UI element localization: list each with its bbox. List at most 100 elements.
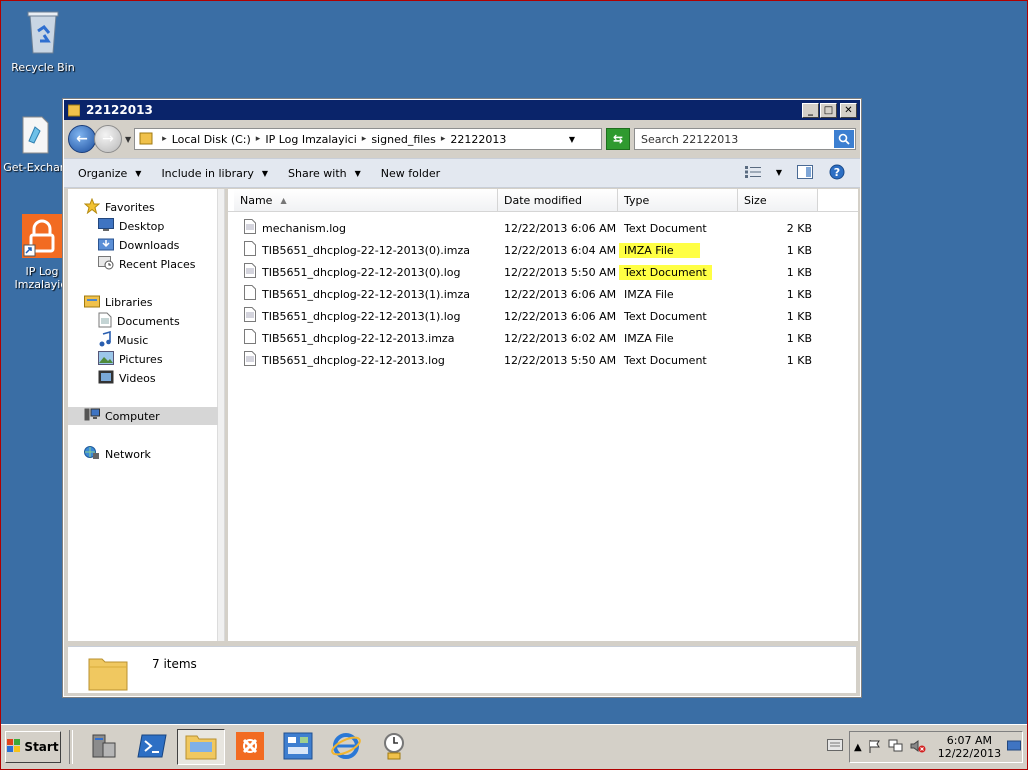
breadcrumb-ip-log[interactable]: IP Log Imzalayici [265, 133, 356, 146]
file-type: Text Document [624, 265, 707, 279]
desktop-icon-get-exchange[interactable]: Get-Exchan [3, 115, 67, 174]
chevron-down-icon: ▼ [135, 168, 142, 178]
search-box[interactable]: Search 22122013 [634, 128, 856, 150]
desktop-icon-label: Get-Exchan [3, 161, 67, 174]
recent-pages-dropdown[interactable]: ▼ [125, 135, 131, 144]
nav-recent-places[interactable]: Recent Places [98, 255, 196, 273]
preview-pane-icon[interactable] [796, 164, 814, 180]
document-icon [244, 307, 256, 325]
breadcrumb-current[interactable]: 22122013 [450, 133, 506, 146]
nav-libraries[interactable]: Libraries [84, 293, 153, 311]
network-tray-icon[interactable] [888, 739, 904, 756]
organize-button[interactable]: Organize ▼ [78, 167, 141, 180]
nav-label: Desktop [119, 219, 165, 233]
column-label: Type [624, 193, 650, 207]
flag-icon[interactable] [868, 739, 882, 756]
file-type: Text Document [624, 221, 707, 235]
minimize-button[interactable]: _ [802, 103, 819, 118]
clock-time: 6:07 AM [946, 734, 993, 747]
taskbar-ip-log[interactable] [227, 730, 273, 764]
include-in-library-button[interactable]: Include in library ▼ [161, 167, 268, 180]
title-bar[interactable]: 22122013 _ □ ✕ [64, 100, 860, 120]
taskbar-server-manager[interactable] [81, 730, 127, 764]
file-type: IMZA File [624, 287, 674, 301]
column-header-size[interactable]: Size [738, 189, 818, 211]
column-header-date[interactable]: Date modified [498, 189, 618, 211]
column-header-name[interactable]: Name ▲ [234, 189, 498, 211]
close-icon: ✕ [844, 104, 853, 116]
chevron-up-icon[interactable]: ▲ [854, 742, 862, 753]
include-label: Include in library [161, 166, 254, 180]
show-desktop-icon[interactable] [1007, 739, 1022, 756]
taskbar-explorer[interactable] [177, 729, 225, 765]
nav-pictures[interactable]: Pictures [98, 350, 163, 368]
refresh-button[interactable]: ⇆ [606, 128, 630, 150]
nav-label: Videos [119, 371, 156, 385]
column-label: Date modified [504, 193, 582, 207]
forward-button[interactable]: → [94, 125, 122, 153]
view-options-icon[interactable] [744, 164, 762, 180]
back-button[interactable]: ← [68, 125, 96, 153]
taskbar-powershell[interactable] [129, 730, 175, 764]
chevron-down-icon[interactable]: ▼ [569, 135, 575, 144]
close-button[interactable]: ✕ [840, 103, 857, 118]
volume-muted-icon[interactable] [910, 739, 926, 756]
navigation-pane: Favorites Desktop Downloads Recent Place… [68, 189, 225, 641]
nav-computer[interactable]: Computer [68, 407, 218, 425]
nav-downloads[interactable]: Downloads [98, 236, 179, 254]
search-input[interactable]: Search 22122013 [635, 133, 834, 146]
table-row[interactable]: TIB5651_dhcplog-22-12-2013(1).imza 12/22… [228, 283, 858, 305]
column-header-type[interactable]: Type [618, 189, 738, 211]
chevron-down-icon[interactable]: ▼ [776, 168, 782, 177]
folder-icon [67, 103, 81, 117]
nav-favorites[interactable]: Favorites [83, 197, 155, 216]
table-row[interactable]: TIB5651_dhcplog-22-12-2013(1).log 12/22/… [228, 305, 858, 327]
system-clock[interactable]: 6:07 AM 12/22/2013 [938, 734, 1001, 760]
help-icon[interactable]: ? [828, 164, 846, 180]
taskbar-control-panel[interactable] [275, 730, 321, 764]
nav-network[interactable]: Network [84, 445, 151, 463]
nav-music[interactable]: Music [98, 330, 148, 350]
computer-icon [84, 408, 100, 425]
nav-scrollbar[interactable] [217, 189, 224, 641]
videos-icon [98, 370, 114, 387]
organize-label: Organize [78, 166, 128, 180]
file-type: Text Document [624, 309, 707, 323]
taskbar-internet-explorer[interactable] [323, 730, 369, 764]
taskbar-scheduler[interactable] [371, 730, 417, 764]
search-icon[interactable] [834, 130, 854, 148]
start-button[interactable]: Start [5, 731, 61, 763]
music-icon [98, 330, 112, 350]
new-folder-button[interactable]: New folder [381, 167, 440, 180]
recycle-bin-icon [5, 9, 81, 58]
table-row[interactable]: TIB5651_dhcplog-22-12-2013(0).log 12/22/… [228, 261, 858, 283]
breadcrumb-signed-files[interactable]: signed_files [371, 133, 435, 146]
desktop-icon-recycle-bin[interactable]: Recycle Bin [5, 9, 81, 74]
nav-documents[interactable]: Documents [98, 312, 180, 330]
breadcrumb-local-disk[interactable]: Local Disk (C:) [172, 133, 251, 146]
highlight-marker: Text Document [619, 264, 712, 280]
table-row[interactable]: TIB5651_dhcplog-22-12-2013(0).imza 12/22… [228, 239, 858, 261]
sort-ascending-icon: ▲ [280, 195, 287, 205]
table-row[interactable]: TIB5651_dhcplog-22-12-2013.log 12/22/201… [228, 349, 858, 371]
maximize-icon: □ [823, 104, 834, 116]
network-icon [84, 445, 100, 463]
folder-icon [88, 653, 128, 694]
file-size: 1 KB [786, 309, 812, 323]
nav-desktop[interactable]: Desktop [98, 217, 164, 235]
system-tray: ▲ 6:07 AM 12/22/2013 [849, 731, 1023, 763]
table-row[interactable]: mechanism.log 12/22/2013 6:06 AM Text Do… [228, 217, 858, 239]
maximize-button[interactable]: □ [820, 103, 837, 118]
file-list: Name ▲ Date modified Type Size mechanism.… [228, 189, 858, 641]
address-bar[interactable]: ▸ Local Disk (C:) ▸ IP Log Imzalayici ▸ sig… [134, 128, 602, 150]
nav-videos[interactable]: Videos [98, 369, 156, 387]
file-date: 12/22/2013 5:50 AM [504, 353, 617, 367]
document-icon [244, 351, 256, 369]
documents-icon [98, 312, 112, 331]
share-with-button[interactable]: Share with ▼ [288, 167, 361, 180]
table-row[interactable]: TIB5651_dhcplog-22-12-2013.imza 12/22/20… [228, 327, 858, 349]
explorer-window[interactable]: 22122013 _ □ ✕ ← → ▼ ▸ Local Disk (C:) ▸ I… [62, 98, 862, 698]
powershell-icon [137, 733, 167, 762]
keyboard-icon[interactable] [827, 739, 843, 754]
nav-label: Recent Places [119, 257, 196, 271]
